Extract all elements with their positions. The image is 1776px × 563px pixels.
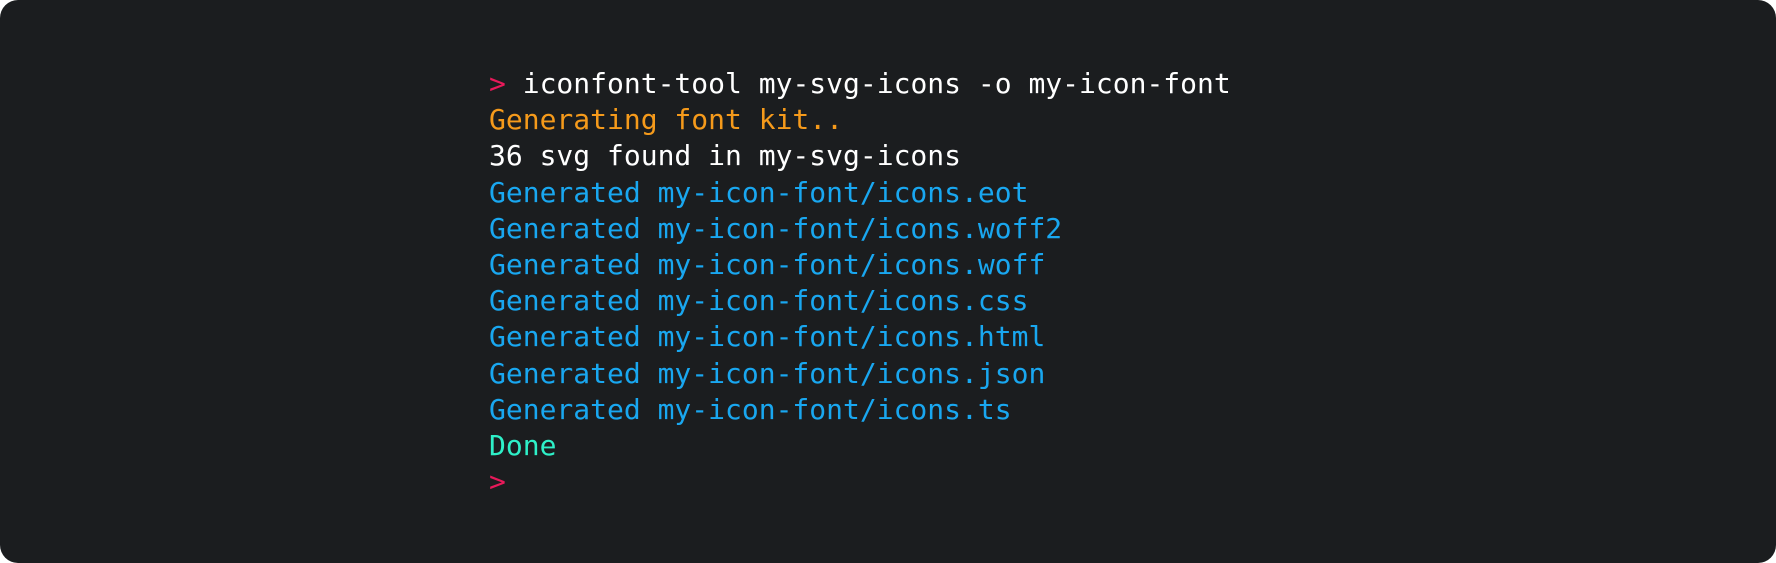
found-line: 36 svg found in my-svg-icons xyxy=(489,139,962,173)
active-prompt-symbol: > xyxy=(489,465,506,499)
terminal-output: > iconfont-tool my-svg-icons -o my-icon-… xyxy=(489,66,1231,500)
command-text: iconfont-tool my-svg-icons -o my-icon-fo… xyxy=(522,67,1231,100)
prompt-symbol: > xyxy=(489,67,506,100)
generated-line-woff: Generated my-icon-font/icons.woff xyxy=(489,247,1046,281)
generated-line-eot: Generated my-icon-font/icons.eot xyxy=(489,175,1029,209)
generated-line-ts: Generated my-icon-font/icons.ts xyxy=(489,392,1012,426)
done-line: Done xyxy=(489,428,557,462)
generated-line-css: Generated my-icon-font/icons.css xyxy=(489,284,1029,318)
generated-line-woff2: Generated my-icon-font/icons.woff2 xyxy=(489,211,1063,245)
generated-line-html: Generated my-icon-font/icons.html xyxy=(489,320,1046,354)
terminal-window[interactable]: > iconfont-tool my-svg-icons -o my-icon-… xyxy=(0,0,1776,563)
status-line: Generating font kit.. xyxy=(489,103,844,137)
generated-line-json: Generated my-icon-font/icons.json xyxy=(489,356,1046,390)
active-prompt-line[interactable]: > xyxy=(489,464,1231,500)
command-line: > iconfont-tool my-svg-icons -o my-icon-… xyxy=(489,66,1231,102)
